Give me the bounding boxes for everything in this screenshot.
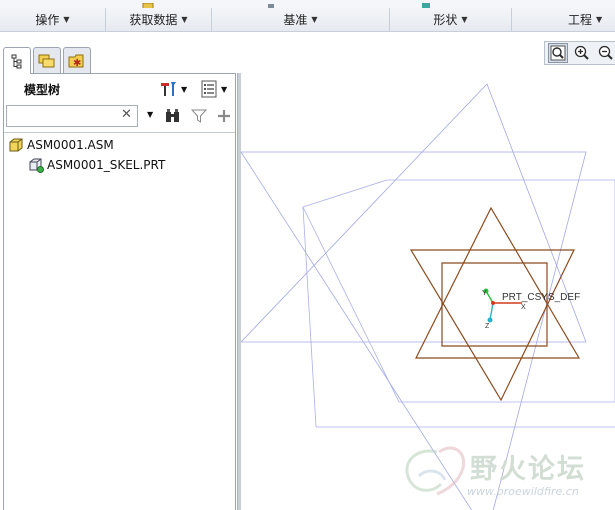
csys-axis-label-x: X [521,304,526,311]
svg-text:✱: ✱ [73,58,81,69]
filter-icon[interactable] [191,108,207,124]
csys-label: PRT_CSYS_DEF [502,292,580,303]
search-dropdown-caret-icon[interactable]: ▼ [147,110,153,119]
ribbon-group-get-data[interactable]: 获取数据 ▼ [106,8,212,31]
folder-browser-icon [38,54,55,67]
datum-plane-blue-hex [302,179,615,403]
tab-folder-browser[interactable] [33,47,61,73]
caret-down-icon: ▼ [181,15,188,24]
datum-geometry: PRT_CSYS_DEF X Y Z [241,83,615,510]
tree-item-skeleton-part[interactable]: ASM0001_SKEL.PRT [28,156,165,174]
skeleton-part-icon [29,158,44,173]
caret-down-icon: ▼ [181,84,188,94]
assembly-icon [9,138,23,152]
model-tree-icon [11,54,22,69]
tree-title: 模型树 [24,83,61,97]
tree-item-assembly[interactable]: ASM0001.ASM [8,136,114,154]
csys-origin [491,301,495,305]
navigator-tab-strip: ✱ [0,44,240,74]
add-icon[interactable] [217,108,231,124]
tab-favorites[interactable]: ✱ [63,47,91,73]
ribbon-group-label: 工程 [568,13,593,27]
tree-header: 模型树 ▼ ▼ [4,74,235,102]
csys-z-dot [487,317,493,323]
csys-z-axis [489,302,494,321]
ribbon-group-operations[interactable]: 操作 ▼ [0,8,106,31]
datum-plane-brown-tri-up [415,206,581,359]
tree-item-label: ASM0001_SKEL.PRT [47,158,166,172]
skeleton-datum-planes [409,206,581,402]
tree-search-row: ✕ ▼ [4,104,235,130]
ribbon-group-label: 操作 [35,13,60,27]
datum-plane-blue-tri-up [241,83,587,343]
watermark-url: www.proewildfire.cn [467,485,579,498]
caret-down-icon: ▼ [221,84,228,94]
caret-down-icon: ▼ [596,15,603,24]
ribbon-group-label: 基准 [283,13,308,27]
zoom-out-button[interactable] [596,43,615,63]
tab-model-tree[interactable] [3,47,31,74]
zoom-out-icon [598,45,613,60]
tree-divider [4,132,235,133]
tree-show-icon [201,80,217,98]
show-menu-button[interactable]: ▼ [201,79,235,99]
tree-item-label: ASM0001.ASM [27,138,114,152]
graphics-window[interactable]: PRT_CSYS_DEF X Y Z [241,32,615,510]
tree-settings-icon [161,82,176,96]
csys-axis-label-y: Y [482,290,487,297]
settings-button[interactable]: ▼ [159,79,189,99]
csys-axis-label-z: Z [485,323,490,330]
view-toolbar [544,41,615,65]
clear-search-icon[interactable]: ✕ [121,107,132,122]
ribbon-group-label: 形状 [433,13,458,27]
ribbon-group-engineering[interactable]: 工程 ▼ [512,8,615,31]
zoom-in-icon [574,45,589,60]
tree-search-input[interactable] [6,105,138,127]
watermark-title: 野火论坛 [470,454,586,485]
ribbon-group-label: 获取数据 [129,13,178,27]
model-tree-panel: 模型树 ▼ ▼ ✕ ▼ ASM0001.ASM ASM0001_SKEL.PRT [3,73,236,510]
ribbon-group-bar: 操作 ▼ 获取数据 ▼ 基准 ▼ 形状 ▼ 工程 ▼ [0,8,615,32]
coordinate-system: PRT_CSYS_DEF X Y Z [482,288,580,330]
caret-down-icon: ▼ [63,15,70,24]
caret-down-icon: ▼ [311,15,318,24]
ribbon-group-shapes[interactable]: 形状 ▼ [390,8,512,31]
find-binoculars-icon[interactable] [164,107,182,125]
caret-down-icon: ▼ [461,15,468,24]
refit-button[interactable] [548,43,568,63]
favorites-icon: ✱ [68,54,84,69]
ribbon-group-datum[interactable]: 基准 ▼ [212,8,390,31]
datum-plane-brown-tri-down [409,249,575,402]
datum-plane-blue-edge [302,206,317,428]
refit-icon [550,45,566,61]
watermark-logo [405,446,466,496]
zoom-in-button[interactable] [572,43,592,63]
